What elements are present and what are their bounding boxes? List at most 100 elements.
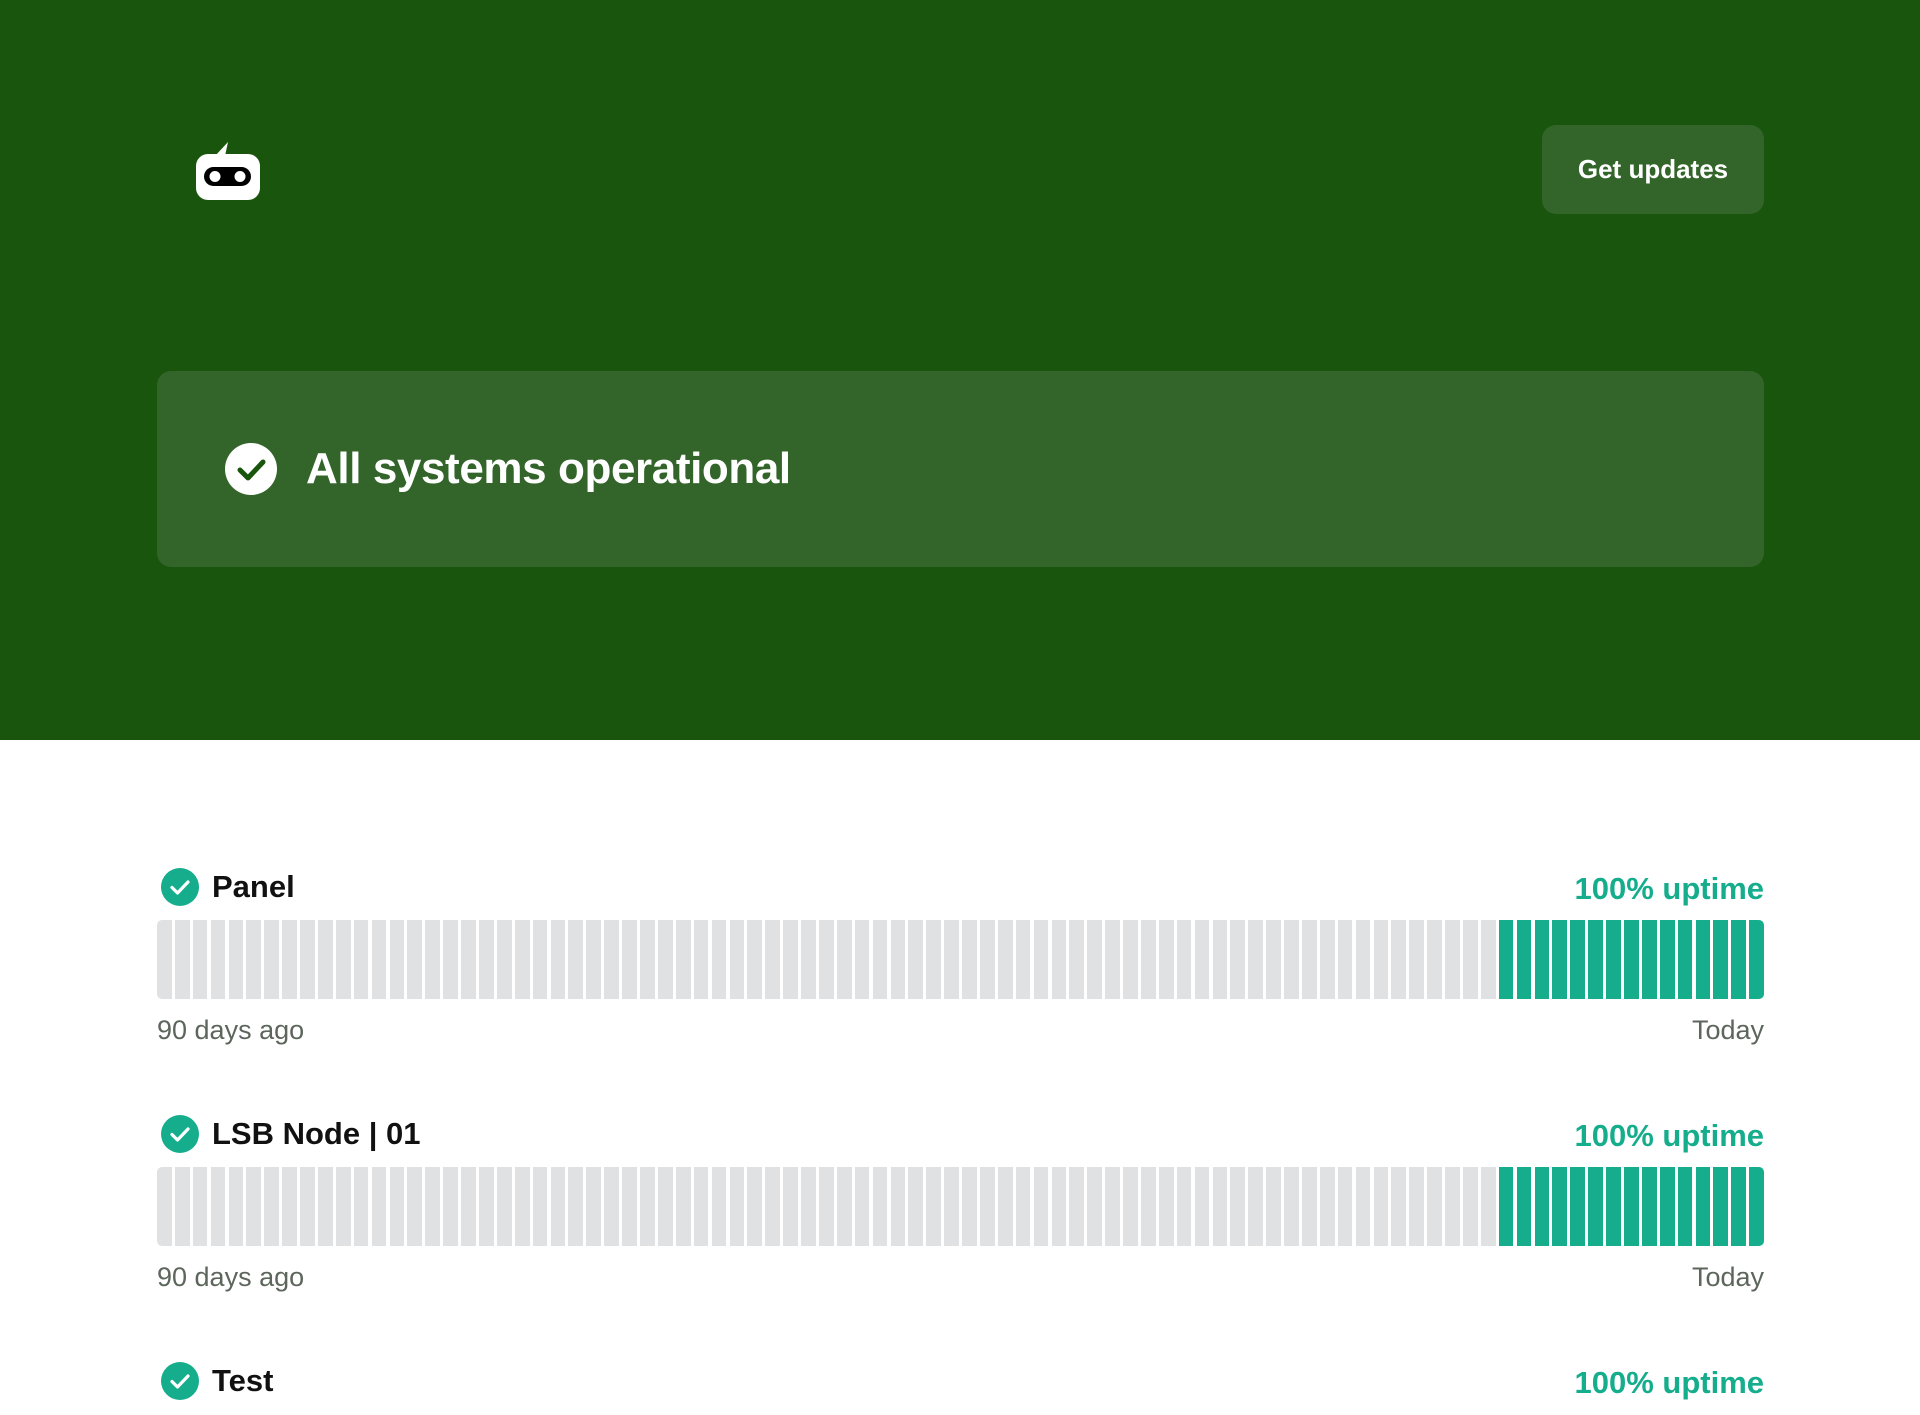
uptime-bar-operational[interactable] <box>1588 1167 1603 1246</box>
uptime-bar-operational[interactable] <box>1731 920 1747 999</box>
uptime-bar-no-data[interactable] <box>1480 1167 1496 1246</box>
uptime-bar-no-data[interactable] <box>514 1167 530 1246</box>
uptime-bar-no-data[interactable] <box>818 920 834 999</box>
uptime-bar-no-data[interactable] <box>353 920 369 999</box>
uptime-bar-no-data[interactable] <box>1123 920 1138 999</box>
uptime-bar-no-data[interactable] <box>1158 920 1174 999</box>
uptime-bar-no-data[interactable] <box>157 920 172 999</box>
uptime-bar-no-data[interactable] <box>1230 1167 1246 1246</box>
uptime-bar-no-data[interactable] <box>425 1167 441 1246</box>
uptime-bar-no-data[interactable] <box>979 1167 995 1246</box>
uptime-bar-no-data[interactable] <box>514 920 530 999</box>
uptime-bar-no-data[interactable] <box>693 920 709 999</box>
uptime-bar-no-data[interactable] <box>1463 1167 1478 1246</box>
uptime-bar-no-data[interactable] <box>371 1167 387 1246</box>
uptime-bar-no-data[interactable] <box>711 1167 727 1246</box>
uptime-bar-no-data[interactable] <box>1248 1167 1264 1246</box>
uptime-bar-no-data[interactable] <box>264 1167 280 1246</box>
uptime-bar-operational[interactable] <box>1659 920 1675 999</box>
uptime-bar-no-data[interactable] <box>443 920 458 999</box>
uptime-bar-no-data[interactable] <box>1337 1167 1353 1246</box>
uptime-bar-no-data[interactable] <box>318 920 333 999</box>
uptime-bar-operational[interactable] <box>1749 920 1764 999</box>
uptime-bar-no-data[interactable] <box>783 1167 798 1246</box>
uptime-bar-no-data[interactable] <box>192 1167 208 1246</box>
uptime-bar-operational[interactable] <box>1713 920 1729 999</box>
uptime-bar-no-data[interactable] <box>836 1167 852 1246</box>
uptime-bar-no-data[interactable] <box>944 1167 959 1246</box>
uptime-bar-no-data[interactable] <box>389 920 405 999</box>
uptime-bar-no-data[interactable] <box>747 1167 763 1246</box>
uptime-bar-no-data[interactable] <box>997 920 1013 999</box>
uptime-bar-no-data[interactable] <box>997 1167 1013 1246</box>
uptime-bar-no-data[interactable] <box>1445 920 1460 999</box>
uptime-bar-no-data[interactable] <box>836 920 852 999</box>
uptime-bar-no-data[interactable] <box>908 920 924 999</box>
uptime-bar-operational[interactable] <box>1695 920 1711 999</box>
uptime-bar-no-data[interactable] <box>1212 920 1228 999</box>
uptime-bar-no-data[interactable] <box>550 920 566 999</box>
uptime-bar-no-data[interactable] <box>496 1167 512 1246</box>
uptime-bar-no-data[interactable] <box>1284 1167 1299 1246</box>
uptime-bar-no-data[interactable] <box>335 920 351 999</box>
uptime-bar-no-data[interactable] <box>944 920 959 999</box>
uptime-bar-no-data[interactable] <box>1302 1167 1317 1246</box>
uptime-bar-no-data[interactable] <box>1463 920 1478 999</box>
uptime-bar-operational[interactable] <box>1695 1167 1711 1246</box>
uptime-bar-no-data[interactable] <box>264 920 280 999</box>
uptime-bar-no-data[interactable] <box>622 920 637 999</box>
uptime-bar-no-data[interactable] <box>550 1167 566 1246</box>
uptime-bar-no-data[interactable] <box>1409 1167 1425 1246</box>
uptime-bar-no-data[interactable] <box>693 1167 709 1246</box>
uptime-bar-no-data[interactable] <box>228 920 244 999</box>
uptime-bar-no-data[interactable] <box>318 1167 333 1246</box>
monitor-name[interactable]: Panel <box>212 868 295 906</box>
uptime-bar-no-data[interactable] <box>282 1167 297 1246</box>
uptime-bar-no-data[interactable] <box>568 920 584 999</box>
uptime-bar-operational[interactable] <box>1516 1167 1532 1246</box>
uptime-bar-operational[interactable] <box>1534 1167 1550 1246</box>
uptime-bar-no-data[interactable] <box>1051 920 1067 999</box>
uptime-bar-no-data[interactable] <box>568 1167 584 1246</box>
uptime-bar-no-data[interactable] <box>801 920 816 999</box>
uptime-bar-no-data[interactable] <box>657 920 673 999</box>
uptime-bar-no-data[interactable] <box>282 920 297 999</box>
uptime-bar-no-data[interactable] <box>371 920 387 999</box>
uptime-bar-no-data[interactable] <box>657 1167 673 1246</box>
uptime-bar-no-data[interactable] <box>962 1167 977 1246</box>
uptime-bar-no-data[interactable] <box>926 1167 941 1246</box>
uptime-bar-no-data[interactable] <box>765 1167 780 1246</box>
uptime-bar-no-data[interactable] <box>246 920 262 999</box>
uptime-bar-no-data[interactable] <box>765 920 780 999</box>
uptime-bar-no-data[interactable] <box>854 1167 870 1246</box>
uptime-bar-no-data[interactable] <box>1373 920 1389 999</box>
uptime-bar-no-data[interactable] <box>532 920 548 999</box>
uptime-bar-no-data[interactable] <box>604 1167 619 1246</box>
uptime-bar-no-data[interactable] <box>586 920 602 999</box>
uptime-bar-no-data[interactable] <box>1105 920 1120 999</box>
uptime-bar-no-data[interactable] <box>300 920 315 999</box>
uptime-bar-no-data[interactable] <box>1248 920 1264 999</box>
uptime-bar-no-data[interactable] <box>157 1167 172 1246</box>
uptime-bar-no-data[interactable] <box>174 1167 190 1246</box>
uptime-bar-no-data[interactable] <box>622 1167 637 1246</box>
uptime-bar-no-data[interactable] <box>729 1167 745 1246</box>
uptime-bar-no-data[interactable] <box>783 920 798 999</box>
uptime-bar-no-data[interactable] <box>1266 1167 1281 1246</box>
uptime-bar-no-data[interactable] <box>1319 920 1335 999</box>
uptime-bar-no-data[interactable] <box>586 1167 602 1246</box>
monitor-name[interactable]: LSB Node | 01 <box>212 1115 421 1153</box>
uptime-bar-no-data[interactable] <box>1355 1167 1371 1246</box>
uptime-bar-no-data[interactable] <box>1176 920 1192 999</box>
uptime-bar-no-data[interactable] <box>854 920 870 999</box>
uptime-bar-operational[interactable] <box>1641 1167 1657 1246</box>
uptime-bar-no-data[interactable] <box>1069 1167 1085 1246</box>
uptime-bar-no-data[interactable] <box>1230 920 1246 999</box>
uptime-bar-no-data[interactable] <box>1140 1167 1156 1246</box>
uptime-bar-no-data[interactable] <box>604 920 619 999</box>
uptime-bar-operational[interactable] <box>1659 1167 1675 1246</box>
uptime-bar-no-data[interactable] <box>532 1167 548 1246</box>
uptime-bar-no-data[interactable] <box>801 1167 816 1246</box>
uptime-bar-no-data[interactable] <box>353 1167 369 1246</box>
get-updates-button[interactable]: Get updates <box>1542 125 1764 214</box>
